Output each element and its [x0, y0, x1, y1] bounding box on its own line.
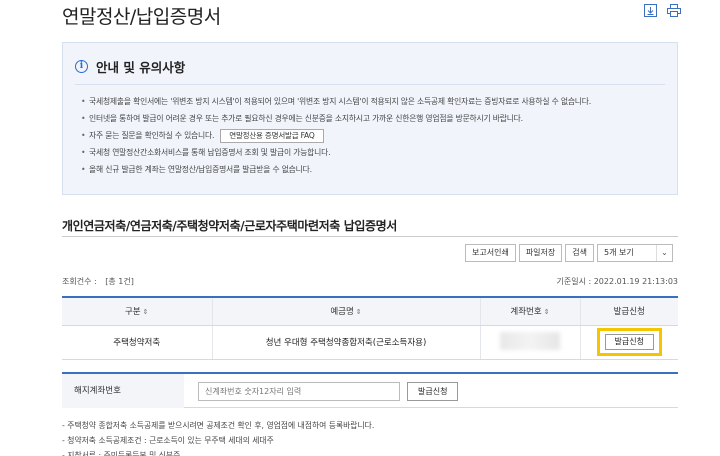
view-count-value: 5개 보기 [604, 248, 634, 257]
cancel-account-label: 해지계좌번호 [62, 374, 184, 408]
cell-name: 청년 우대형 주택청약종합저축(근로소득자용) [211, 325, 480, 360]
header-type[interactable]: 구분 ⇕ [62, 296, 212, 326]
notice-box: i 안내 및 유의사항 국세청제출을 확인서에는 '위변조 방지 시스템'이 적… [62, 42, 678, 195]
footnote-item: - 청약저축 소득공제조건 : 근로소득이 있는 무주택 세대의 세대주 [62, 436, 274, 445]
header-name[interactable]: 예금명 ⇕ [211, 296, 480, 326]
count-label: 조회건수 : [62, 277, 97, 286]
base-date: 기준일시 : 2022.01.19 21:13:03 [556, 277, 679, 286]
cancel-apply-button[interactable]: 발급신청 [407, 382, 459, 401]
table-row: 주택청약저축 청년 우대형 주택청약종합저축(근로소득자용) 발급신청 [62, 325, 678, 360]
cancel-account-input[interactable] [198, 382, 400, 401]
faq-button[interactable]: 연말정산용 증명서발급 FAQ [220, 129, 324, 143]
section-title: 개인연금저축/연금저축/주택청약저축/근로자주택마련저축 납입증명서 [62, 219, 397, 233]
cancelled-account-form: 해지계좌번호 발급신청 [62, 372, 678, 408]
save-file-button[interactable]: 파일저장 [518, 244, 563, 262]
notice-list: 국세청제출을 확인서에는 '위변조 방지 시스템'이 적용되어 있으며 '위변조… [81, 93, 591, 178]
footnote-item: - 주택청약 종합저축 소득공제를 받으시려면 공제조건 확인 후, 영업점에 … [62, 421, 375, 430]
top-toolbar [644, 4, 681, 17]
notice-item: 자주 묻는 질문을 확인하실 수 있습니다.연말정산용 증명서발급 FAQ [81, 127, 591, 144]
notice-item: 국세청제출을 확인서에는 '위변조 방지 시스템'이 적용되어 있으며 '위변조… [81, 93, 591, 110]
notice-item: 올해 신규 발급한 계좌는 연말정산/납입증명서를 발급받을 수 없습니다. [81, 161, 591, 178]
cell-account [479, 325, 580, 360]
cell-apply: 발급신청 [579, 325, 678, 360]
notice-item: 국세청 연말정산간소화서비스를 통해 납입증명서 조회 및 발급이 가능합니다. [81, 144, 591, 161]
print-report-button[interactable]: 보고서인쇄 [465, 244, 516, 262]
notice-title: 안내 및 유의사항 [96, 60, 186, 75]
table-header-row: 구분 ⇕ 예금명 ⇕ 계좌번호 ⇕ 발급신청 [62, 296, 678, 326]
footnote-item: - 지참서류 : 주민등록등본 및 신분증 [62, 451, 181, 456]
header-apply: 발급신청 [579, 296, 678, 326]
view-count-select[interactable]: 5개 보기 ⌄ [597, 244, 673, 262]
certificate-table: 구분 ⇕ 예금명 ⇕ 계좌번호 ⇕ 발급신청 주택청약저축 청년 우대형 주택청약종합… [62, 296, 678, 360]
highlight-box: 발급신청 [596, 328, 662, 356]
summary-row: 조회건수 : [총 1건] 기준일시 : 2022.01.19 21:13:03 [62, 276, 678, 287]
sort-icon: ⇕ [142, 308, 149, 317]
info-icon: i [75, 60, 88, 73]
search-button[interactable]: 검색 [565, 244, 594, 262]
notice-divider [75, 84, 665, 85]
chevron-down-icon: ⌄ [656, 245, 672, 261]
section-divider [62, 236, 678, 237]
blurred-account-number [500, 331, 560, 350]
sort-icon: ⇕ [355, 308, 362, 317]
cell-type: 주택청약저축 [62, 325, 212, 360]
print-icon[interactable] [667, 4, 681, 17]
table-toolbar: 보고서인쇄 파일저장 검색 5개 보기 ⌄ [465, 244, 673, 262]
apply-issue-button[interactable]: 발급신청 [604, 334, 654, 350]
header-account[interactable]: 계좌번호 ⇕ [479, 296, 580, 326]
sort-icon: ⇕ [543, 308, 550, 317]
count-value: [총 1건] [105, 277, 134, 286]
footnotes: - 주택청약 종합저축 소득공제를 받으시려면 공제조건 확인 후, 영업점에 … [62, 418, 374, 456]
page-title: 연말정산/납입증명서 [62, 6, 221, 28]
notice-item: 인터넷을 통하여 발급이 어려운 경우 또는 추가로 필요하신 경우에는 신분증… [81, 110, 591, 127]
download-icon[interactable] [644, 4, 657, 17]
